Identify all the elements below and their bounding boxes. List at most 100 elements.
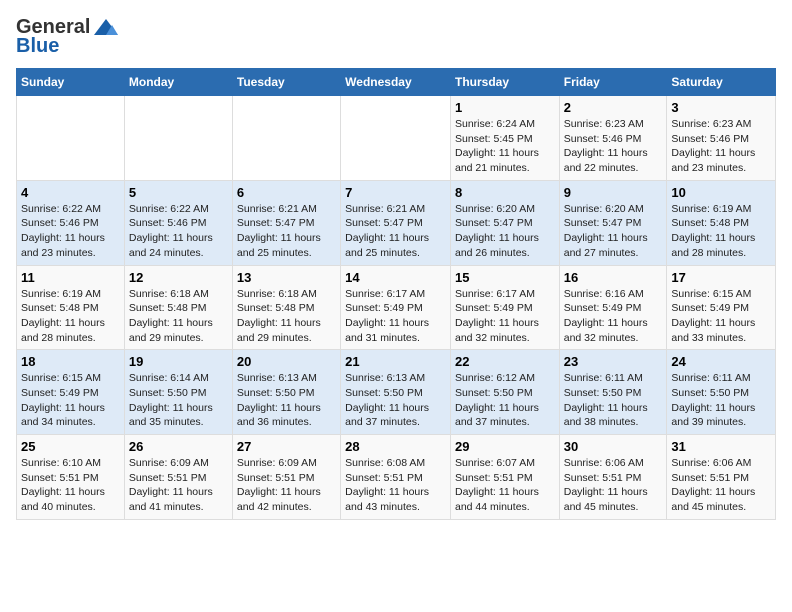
day-number: 19 [129, 354, 228, 369]
day-number: 27 [237, 439, 336, 454]
calendar-cell: 14 Sunrise: 6:17 AM Sunset: 5:49 PM Dayli… [341, 265, 451, 350]
day-number: 18 [21, 354, 120, 369]
calendar-cell: 2Sunrise: 6:23 AM Sunset: 5:46 PM Daylig… [559, 96, 667, 181]
day-number: 24 [671, 354, 771, 369]
day-number: 25 [21, 439, 120, 454]
calendar-cell: 24Sunrise: 6:11 AM Sunset: 5:50 PM Dayli… [667, 350, 776, 435]
day-number: 3 [671, 100, 771, 115]
calendar-cell: 22 Sunrise: 6:12 AM Sunset: 5:50 PM Dayli… [450, 350, 559, 435]
header-wednesday: Wednesday [341, 69, 451, 96]
day-content: Sunrise: 6:07 AM Sunset: 5:51 PM Dayligh… [455, 456, 555, 515]
calendar-cell: 31 Sunrise: 6:06 AM Sunset: 5:51 PM Dayli… [667, 435, 776, 520]
day-content: Sunrise: 6:09 AM Sunset: 5:51 PM Dayligh… [129, 456, 228, 515]
week-row-4: 18 Sunrise: 6:15 AM Sunset: 5:49 PM Dayli… [17, 350, 776, 435]
calendar-cell [124, 96, 232, 181]
calendar-cell: 10Sunrise: 6:19 AM Sunset: 5:48 PM Dayli… [667, 180, 776, 265]
calendar-header-row: SundayMondayTuesdayWednesdayThursdayFrid… [17, 69, 776, 96]
calendar-cell: 5 Sunrise: 6:22 AM Sunset: 5:46 PM Daylig… [124, 180, 232, 265]
day-content: Sunrise: 6:18 AM Sunset: 5:48 PM Dayligh… [129, 287, 228, 346]
day-number: 29 [455, 439, 555, 454]
week-row-1: 1Sunrise: 6:24 AM Sunset: 5:45 PM Daylig… [17, 96, 776, 181]
day-number: 17 [671, 270, 771, 285]
calendar-cell: 23 Sunrise: 6:11 AM Sunset: 5:50 PM Dayli… [559, 350, 667, 435]
day-number: 8 [455, 185, 555, 200]
calendar-cell: 9 Sunrise: 6:20 AM Sunset: 5:47 PM Daylig… [559, 180, 667, 265]
day-number: 7 [345, 185, 446, 200]
header-thursday: Thursday [450, 69, 559, 96]
day-content: Sunrise: 6:08 AM Sunset: 5:51 PM Dayligh… [345, 456, 446, 515]
day-content: Sunrise: 6:17 AM Sunset: 5:49 PM Dayligh… [345, 287, 446, 346]
day-content: Sunrise: 6:23 AM Sunset: 5:46 PM Dayligh… [564, 117, 663, 176]
calendar-table: SundayMondayTuesdayWednesdayThursdayFrid… [16, 68, 776, 520]
day-number: 31 [671, 439, 771, 454]
calendar-cell: 17 Sunrise: 6:15 AM Sunset: 5:49 PM Dayli… [667, 265, 776, 350]
day-content: Sunrise: 6:18 AM Sunset: 5:48 PM Dayligh… [237, 287, 336, 346]
logo-icon [92, 17, 120, 39]
header-friday: Friday [559, 69, 667, 96]
day-content: Sunrise: 6:16 AM Sunset: 5:49 PM Dayligh… [564, 287, 663, 346]
day-number: 12 [129, 270, 228, 285]
calendar-cell: 12 Sunrise: 6:18 AM Sunset: 5:48 PM Dayli… [124, 265, 232, 350]
calendar-cell [341, 96, 451, 181]
header-tuesday: Tuesday [232, 69, 340, 96]
day-number: 5 [129, 185, 228, 200]
header-monday: Monday [124, 69, 232, 96]
calendar-cell: 15 Sunrise: 6:17 AM Sunset: 5:49 PM Dayli… [450, 265, 559, 350]
calendar-cell: 6 Sunrise: 6:21 AM Sunset: 5:47 PM Daylig… [232, 180, 340, 265]
day-number: 20 [237, 354, 336, 369]
day-content: Sunrise: 6:12 AM Sunset: 5:50 PM Dayligh… [455, 371, 555, 430]
calendar-cell: 29 Sunrise: 6:07 AM Sunset: 5:51 PM Dayli… [450, 435, 559, 520]
day-content: Sunrise: 6:06 AM Sunset: 5:51 PM Dayligh… [564, 456, 663, 515]
day-content: Sunrise: 6:09 AM Sunset: 5:51 PM Dayligh… [237, 456, 336, 515]
day-number: 15 [455, 270, 555, 285]
day-number: 23 [564, 354, 663, 369]
day-number: 14 [345, 270, 446, 285]
header-saturday: Saturday [667, 69, 776, 96]
day-content: Sunrise: 6:21 AM Sunset: 5:47 PM Dayligh… [237, 202, 336, 261]
logo-blue: Blue [16, 35, 59, 58]
page-header: General Blue [16, 16, 776, 58]
day-number: 11 [21, 270, 120, 285]
calendar-cell: 13 Sunrise: 6:18 AM Sunset: 5:48 PM Dayli… [232, 265, 340, 350]
calendar-cell: 4 Sunrise: 6:22 AM Sunset: 5:46 PM Daylig… [17, 180, 125, 265]
day-number: 13 [237, 270, 336, 285]
logo: General Blue [16, 16, 120, 58]
calendar-cell: 26 Sunrise: 6:09 AM Sunset: 5:51 PM Dayli… [124, 435, 232, 520]
day-number: 4 [21, 185, 120, 200]
calendar-cell: 27 Sunrise: 6:09 AM Sunset: 5:51 PM Dayli… [232, 435, 340, 520]
day-content: Sunrise: 6:24 AM Sunset: 5:45 PM Dayligh… [455, 117, 555, 176]
day-content: Sunrise: 6:06 AM Sunset: 5:51 PM Dayligh… [671, 456, 771, 515]
day-content: Sunrise: 6:15 AM Sunset: 5:49 PM Dayligh… [671, 287, 771, 346]
calendar-cell: 8Sunrise: 6:20 AM Sunset: 5:47 PM Daylig… [450, 180, 559, 265]
day-content: Sunrise: 6:23 AM Sunset: 5:46 PM Dayligh… [671, 117, 771, 176]
day-content: Sunrise: 6:10 AM Sunset: 5:51 PM Dayligh… [21, 456, 120, 515]
day-number: 28 [345, 439, 446, 454]
day-number: 22 [455, 354, 555, 369]
day-number: 21 [345, 354, 446, 369]
day-number: 9 [564, 185, 663, 200]
day-content: Sunrise: 6:15 AM Sunset: 5:49 PM Dayligh… [21, 371, 120, 430]
calendar-cell: 25 Sunrise: 6:10 AM Sunset: 5:51 PM Dayli… [17, 435, 125, 520]
calendar-cell: 20Sunrise: 6:13 AM Sunset: 5:50 PM Dayli… [232, 350, 340, 435]
day-content: Sunrise: 6:21 AM Sunset: 5:47 PM Dayligh… [345, 202, 446, 261]
calendar-cell: 18 Sunrise: 6:15 AM Sunset: 5:49 PM Dayli… [17, 350, 125, 435]
day-content: Sunrise: 6:17 AM Sunset: 5:49 PM Dayligh… [455, 287, 555, 346]
calendar-cell [232, 96, 340, 181]
day-number: 6 [237, 185, 336, 200]
day-content: Sunrise: 6:22 AM Sunset: 5:46 PM Dayligh… [21, 202, 120, 261]
calendar-cell: 3 Sunrise: 6:23 AM Sunset: 5:46 PM Daylig… [667, 96, 776, 181]
day-content: Sunrise: 6:11 AM Sunset: 5:50 PM Dayligh… [564, 371, 663, 430]
calendar-cell: 19Sunrise: 6:14 AM Sunset: 5:50 PM Dayli… [124, 350, 232, 435]
day-number: 26 [129, 439, 228, 454]
day-content: Sunrise: 6:22 AM Sunset: 5:46 PM Dayligh… [129, 202, 228, 261]
day-content: Sunrise: 6:19 AM Sunset: 5:48 PM Dayligh… [21, 287, 120, 346]
day-number: 30 [564, 439, 663, 454]
day-content: Sunrise: 6:13 AM Sunset: 5:50 PM Dayligh… [345, 371, 446, 430]
week-row-5: 25 Sunrise: 6:10 AM Sunset: 5:51 PM Dayli… [17, 435, 776, 520]
day-number: 10 [671, 185, 771, 200]
calendar-cell: 28 Sunrise: 6:08 AM Sunset: 5:51 PM Dayli… [341, 435, 451, 520]
calendar-cell: 30 Sunrise: 6:06 AM Sunset: 5:51 PM Dayli… [559, 435, 667, 520]
calendar-cell: 11 Sunrise: 6:19 AM Sunset: 5:48 PM Dayli… [17, 265, 125, 350]
day-content: Sunrise: 6:20 AM Sunset: 5:47 PM Dayligh… [564, 202, 663, 261]
header-sunday: Sunday [17, 69, 125, 96]
